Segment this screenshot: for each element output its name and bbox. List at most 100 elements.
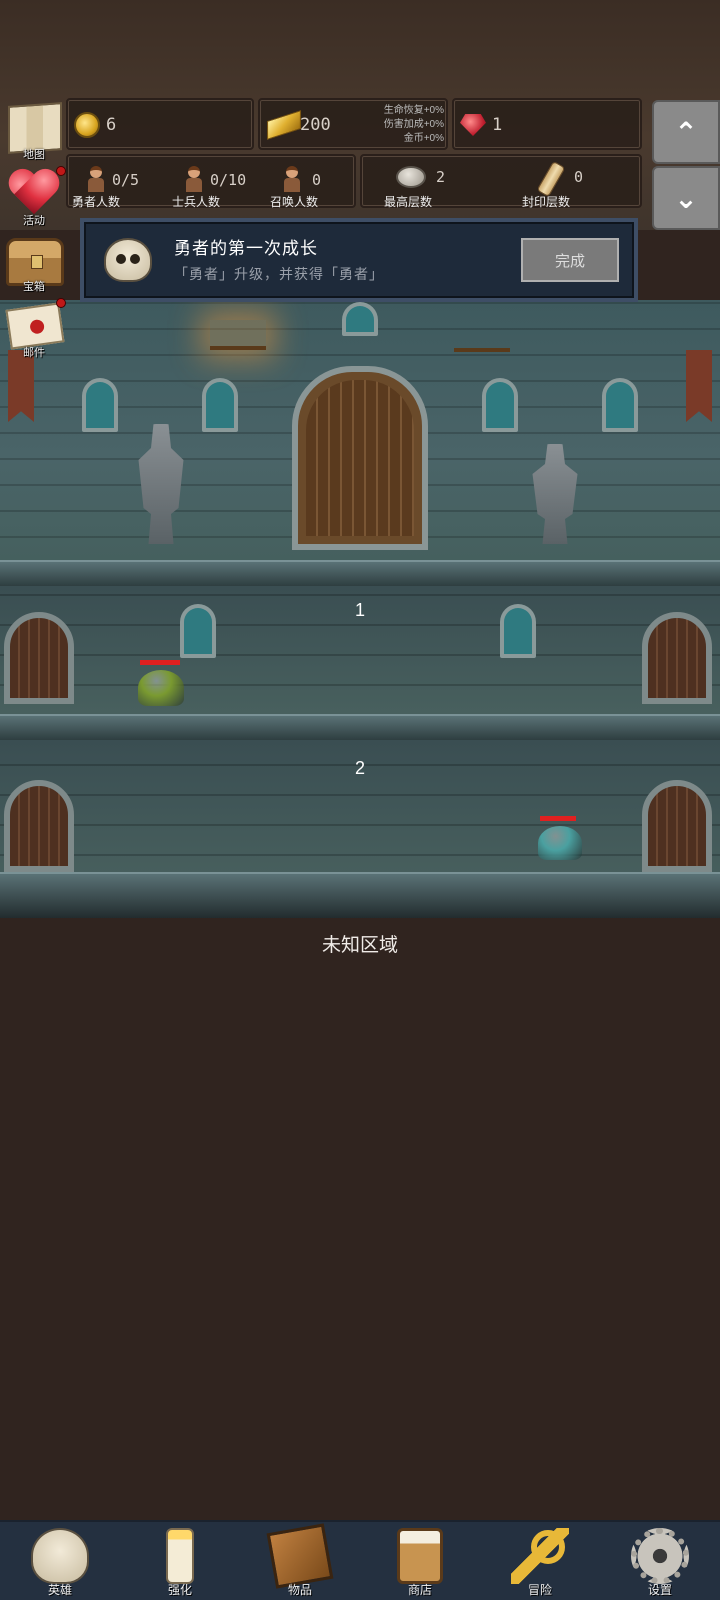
chevron-down-icon: ⌄ — [674, 182, 698, 214]
stone-icon — [396, 166, 426, 188]
gold-bonus-list: 生命恢复+0% 伤害加成+0% 金币+0% — [374, 104, 444, 146]
sealed-floor-count: 0 — [574, 168, 584, 186]
hero-icon — [86, 166, 106, 192]
notification-dot — [56, 166, 66, 176]
nav-label: 英雄 — [47, 1583, 72, 1597]
max-floor-label: 最高层数 — [384, 195, 433, 209]
sidebar-item-label: 宝箱 — [23, 281, 45, 293]
nav-item-settings[interactable]: 设置 — [600, 1522, 720, 1600]
key-icon — [511, 1528, 569, 1584]
nav-label: 冒险 — [527, 1583, 552, 1597]
level-number: 2 — [354, 758, 365, 778]
bonus-line: 伤害加成+0% — [383, 119, 444, 130]
scroll-down-button[interactable]: ⌄ — [652, 166, 720, 230]
nav-label: 强化 — [167, 1583, 192, 1597]
enemy-hp-bar — [140, 660, 180, 665]
window — [482, 378, 518, 432]
letter-icon — [5, 302, 65, 350]
unit-stats-panel: 0/5 勇者人数 0/10 士兵人数 0 召唤人数 — [66, 154, 356, 209]
quest-title: 勇者的第一次成长 — [174, 239, 318, 258]
nav-label: 设置 — [647, 1583, 672, 1597]
main-castle-door[interactable] — [292, 366, 428, 550]
bottom-nav: 英雄 强化 物品 商店 冒险 设置 — [0, 1520, 720, 1600]
sidebar-item-mail[interactable]: 邮件 — [2, 298, 66, 359]
chandelier-lit — [210, 320, 266, 350]
window — [602, 378, 638, 432]
summon-label: 召唤人数 — [270, 195, 319, 209]
floor-ledge — [0, 560, 720, 586]
floor-ledge — [0, 872, 720, 918]
quest-description: 「勇者」升级，并获得「勇者」 — [174, 266, 384, 282]
mug-icon — [397, 1528, 443, 1584]
nav-item-upgrade[interactable]: 强化 — [120, 1522, 240, 1600]
scroll-icon — [536, 160, 566, 198]
heart-icon — [8, 170, 60, 218]
unknown-area-label: 未知区域 — [321, 935, 398, 956]
coin-count: 6 — [106, 115, 117, 135]
gem-count: 1 — [492, 115, 503, 135]
gold-count: 200 — [300, 115, 331, 135]
nav-label: 商店 — [407, 1583, 432, 1597]
window — [180, 604, 216, 658]
coin-icon — [74, 112, 100, 138]
summon-icon — [282, 166, 302, 192]
coin-panel: 6 — [66, 98, 254, 150]
scroll-up-button[interactable]: ⌃ — [652, 100, 720, 164]
slime-enemy[interactable] — [538, 826, 582, 860]
chevron-up-icon: ⌃ — [674, 116, 698, 148]
sidebar-item-event[interactable]: 活动 — [2, 166, 66, 227]
window — [202, 378, 238, 432]
summon-count: 0 — [312, 171, 322, 189]
soldier-count: 0/10 — [210, 171, 247, 189]
sidebar-item-label: 邮件 — [23, 347, 45, 359]
gem-panel: 1 — [452, 98, 642, 150]
nav-label: 物品 — [287, 1583, 312, 1597]
dungeon-level-1[interactable]: 1 — [0, 586, 720, 714]
enemy-hp-bar — [540, 816, 576, 821]
skull-icon — [31, 1528, 89, 1584]
sidebar-item-map[interactable]: 地图 — [2, 100, 66, 161]
wooden-door — [4, 780, 74, 872]
candle-icon — [166, 1528, 194, 1584]
skull-icon — [104, 238, 152, 282]
slime-enemy[interactable] — [138, 670, 184, 706]
barred-gate — [4, 612, 74, 704]
sidebar-item-chest[interactable]: 宝箱 — [2, 232, 66, 293]
castle-hall — [0, 300, 720, 562]
sealed-floor-label: 封印层数 — [522, 195, 571, 209]
book-icon — [266, 1523, 334, 1589]
notification-dot — [56, 298, 66, 308]
sidebar-item-label: 地图 — [23, 149, 45, 161]
game-screen: 6 200 生命恢复+0% 伤害加成+0% 金币+0% 1 0/5 勇者人数 0… — [0, 0, 720, 1600]
level-number: 1 — [354, 600, 365, 620]
gear-icon — [631, 1528, 689, 1584]
quest-complete-button[interactable]: 完成 — [521, 238, 619, 282]
window — [342, 302, 378, 336]
hero-count: 0/5 — [112, 171, 140, 189]
floor-ledge — [0, 714, 720, 740]
bonus-line: 金币+0% — [403, 133, 444, 144]
floor-stats-panel: 2 最高层数 0 封印层数 — [360, 154, 642, 209]
nav-item-shop[interactable]: 商店 — [360, 1522, 480, 1600]
max-floor-count: 2 — [436, 168, 446, 186]
gold-panel: 200 生命恢复+0% 伤害加成+0% 金币+0% — [258, 98, 448, 150]
window — [500, 604, 536, 658]
gem-icon — [460, 114, 486, 136]
sidebar-item-label: 活动 — [23, 215, 45, 227]
wooden-door — [642, 612, 712, 704]
soldier-icon — [184, 166, 204, 192]
window — [82, 378, 118, 432]
hero-label: 勇者人数 — [72, 195, 121, 209]
nav-item-heroes[interactable]: 英雄 — [0, 1522, 120, 1600]
knight-statue — [532, 444, 578, 544]
chandelier — [454, 322, 510, 352]
nav-item-items[interactable]: 物品 — [240, 1522, 360, 1600]
quest-banner: 勇者的第一次成长 「勇者」升级，并获得「勇者」 完成 — [80, 218, 638, 302]
soldier-label: 士兵人数 — [172, 195, 221, 209]
barred-gate — [642, 780, 712, 872]
banner — [686, 350, 712, 422]
dungeon-level-2[interactable]: 2 — [0, 740, 720, 884]
gold-bar-icon — [266, 110, 302, 140]
knight-statue — [138, 424, 184, 544]
nav-item-adventure[interactable]: 冒险 — [480, 1522, 600, 1600]
